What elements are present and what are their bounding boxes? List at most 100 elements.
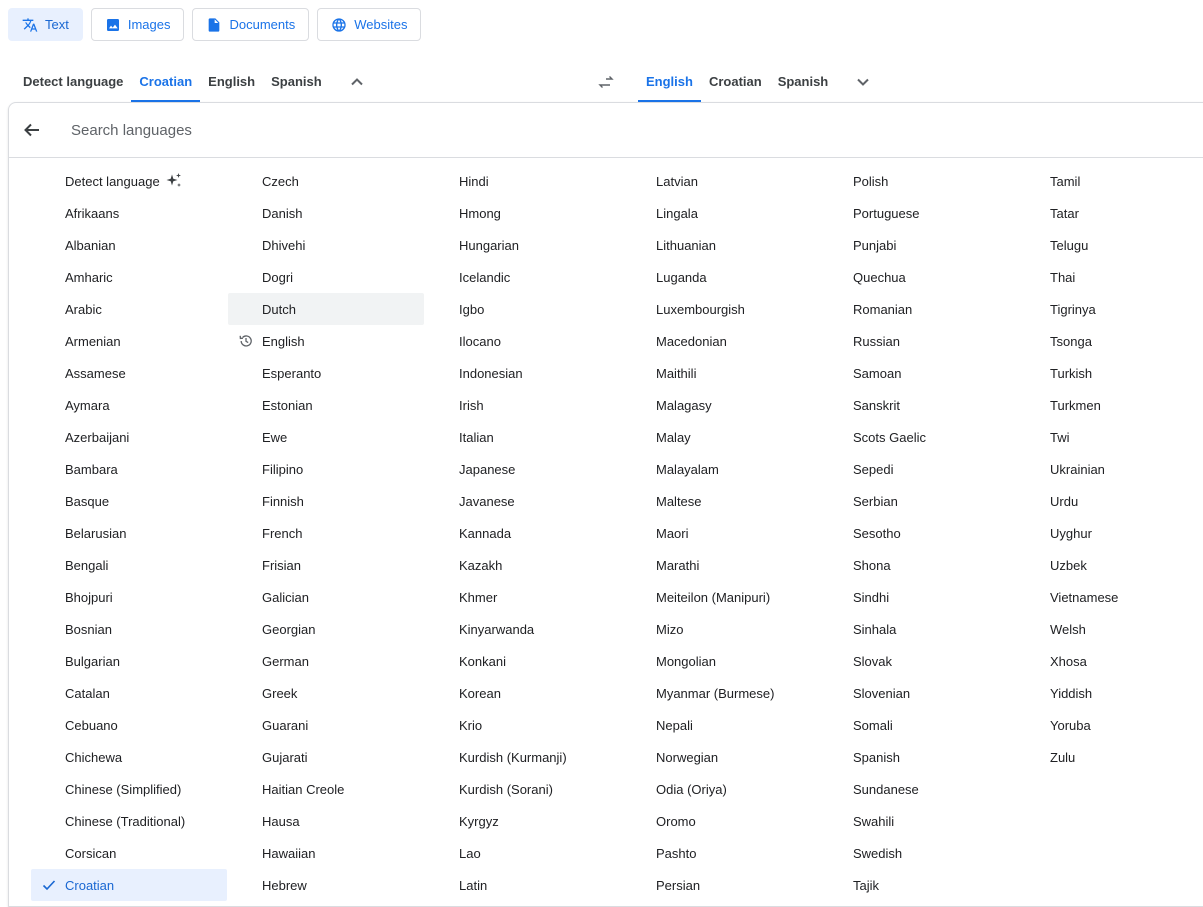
language-option[interactable]: Korean [425,677,621,709]
language-option[interactable]: English [228,325,424,357]
source-lang-detect[interactable]: Detect language [15,62,131,102]
language-option[interactable]: Twi [1016,421,1203,453]
language-option[interactable]: Mizo [622,613,818,645]
language-option[interactable]: Estonian [228,389,424,421]
target-lang-spanish[interactable]: Spanish [770,62,837,102]
language-option[interactable]: Sinhala [819,613,1015,645]
language-option[interactable]: Corsican [31,837,227,869]
language-option[interactable]: Catalan [31,677,227,709]
tab-websites[interactable]: Websites [317,8,422,41]
language-option[interactable]: Somali [819,709,1015,741]
language-option[interactable]: Odia (Oriya) [622,773,818,805]
language-option[interactable]: Pashto [622,837,818,869]
language-option[interactable]: Sundanese [819,773,1015,805]
language-option[interactable]: Igbo [425,293,621,325]
language-option[interactable]: Norwegian [622,741,818,773]
language-option[interactable]: Xhosa [1016,645,1203,677]
language-option[interactable]: Javanese [425,485,621,517]
language-option[interactable]: Hausa [228,805,424,837]
language-option[interactable]: Bulgarian [31,645,227,677]
language-option[interactable]: Dogri [228,261,424,293]
language-option[interactable]: Swedish [819,837,1015,869]
language-option[interactable]: Zulu [1016,741,1203,773]
language-option[interactable]: Ewe [228,421,424,453]
language-option[interactable]: Sepedi [819,453,1015,485]
language-option[interactable]: Uyghur [1016,517,1203,549]
language-option[interactable]: Nepali [622,709,818,741]
language-option[interactable]: Meiteilon (Manipuri) [622,581,818,613]
language-option[interactable]: Yiddish [1016,677,1203,709]
language-option[interactable]: Urdu [1016,485,1203,517]
language-option[interactable]: Russian [819,325,1015,357]
language-option[interactable]: Portuguese [819,197,1015,229]
language-option[interactable]: Polish [819,165,1015,197]
language-option[interactable]: Tigrinya [1016,293,1203,325]
language-option[interactable]: Maithili [622,357,818,389]
language-option[interactable]: Punjabi [819,229,1015,261]
language-option[interactable]: Esperanto [228,357,424,389]
language-option[interactable]: French [228,517,424,549]
tab-documents[interactable]: Documents [192,8,310,41]
language-option[interactable]: Armenian [31,325,227,357]
language-option[interactable]: Filipino [228,453,424,485]
language-option[interactable]: Malayalam [622,453,818,485]
language-option[interactable]: Mongolian [622,645,818,677]
language-option[interactable]: Czech [228,165,424,197]
language-option[interactable]: Albanian [31,229,227,261]
language-option[interactable]: Quechua [819,261,1015,293]
language-option[interactable]: Sesotho [819,517,1015,549]
language-option[interactable]: Konkani [425,645,621,677]
language-option[interactable]: Serbian [819,485,1015,517]
language-option[interactable]: Croatian [31,869,227,901]
language-option[interactable]: Arabic [31,293,227,325]
language-option[interactable]: Aymara [31,389,227,421]
language-option[interactable]: Myanmar (Burmese) [622,677,818,709]
language-option[interactable]: Hebrew [228,869,424,901]
source-lang-croatian[interactable]: Croatian [131,62,201,102]
language-option[interactable]: Frisian [228,549,424,581]
language-option[interactable]: Welsh [1016,613,1203,645]
language-option[interactable]: Kyrgyz [425,805,621,837]
language-option[interactable]: Danish [228,197,424,229]
language-option[interactable]: Krio [425,709,621,741]
language-option[interactable]: Kazakh [425,549,621,581]
language-option[interactable]: Samoan [819,357,1015,389]
language-option[interactable]: Indonesian [425,357,621,389]
language-option[interactable]: Finnish [228,485,424,517]
language-option[interactable]: Kurdish (Sorani) [425,773,621,805]
language-option[interactable]: Irish [425,389,621,421]
language-option[interactable]: Afrikaans [31,197,227,229]
language-option[interactable]: Malay [622,421,818,453]
language-search-input[interactable] [69,120,673,140]
language-option[interactable]: Hungarian [425,229,621,261]
language-option[interactable]: Bosnian [31,613,227,645]
source-lang-spanish[interactable]: Spanish [263,62,330,102]
language-option[interactable]: Chinese (Traditional) [31,805,227,837]
language-option[interactable]: Slovenian [819,677,1015,709]
language-option[interactable]: Kannada [425,517,621,549]
language-option[interactable]: Hawaiian [228,837,424,869]
language-option[interactable]: Assamese [31,357,227,389]
language-option[interactable]: Sindhi [819,581,1015,613]
language-option[interactable]: Dhivehi [228,229,424,261]
language-option[interactable]: Turkish [1016,357,1203,389]
language-option[interactable]: Romanian [819,293,1015,325]
language-option[interactable]: Gujarati [228,741,424,773]
language-option[interactable]: Oromo [622,805,818,837]
language-option[interactable]: Macedonian [622,325,818,357]
language-option[interactable]: German [228,645,424,677]
language-option[interactable]: Tsonga [1016,325,1203,357]
language-option[interactable]: Azerbaijani [31,421,227,453]
language-option[interactable]: Thai [1016,261,1203,293]
language-option[interactable]: Bengali [31,549,227,581]
language-option[interactable]: Amharic [31,261,227,293]
language-option[interactable]: Kinyarwanda [425,613,621,645]
language-option[interactable]: Lingala [622,197,818,229]
source-lang-english[interactable]: English [200,62,263,102]
target-lang-croatian[interactable]: Croatian [701,62,770,102]
language-option[interactable]: Chichewa [31,741,227,773]
language-option[interactable]: Belarusian [31,517,227,549]
language-option[interactable]: Georgian [228,613,424,645]
language-option[interactable]: Japanese [425,453,621,485]
language-option[interactable]: Guarani [228,709,424,741]
